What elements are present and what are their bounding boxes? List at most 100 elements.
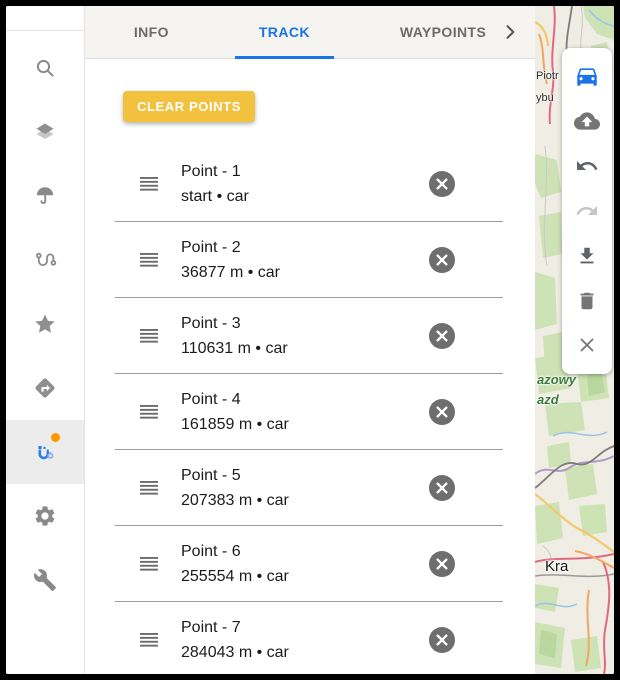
track-editor-icon <box>33 440 57 464</box>
point-text: Point - 4 161859 m • car <box>181 387 289 437</box>
track-tab-content: CLEAR POINTS Point - 1 start • car <box>85 59 535 674</box>
left-sidebar <box>6 6 85 674</box>
point-subtitle: start • car <box>181 184 249 209</box>
chevron-right-icon <box>500 22 520 42</box>
tab-track-label: TRACK <box>259 24 310 40</box>
map-park-label: azd <box>537 392 559 407</box>
drag-handle-icon[interactable] <box>140 329 158 343</box>
search-icon <box>33 56 57 80</box>
route-icon <box>33 248 57 272</box>
trash-icon <box>576 290 598 312</box>
close-icon <box>436 634 448 646</box>
close-icon <box>436 178 448 190</box>
track-point-row: Point - 6 255554 m • car <box>115 526 503 602</box>
tabs-overflow-button[interactable] <box>493 6 527 58</box>
drag-handle-icon[interactable] <box>140 253 158 267</box>
sidebar-item-track-editor[interactable] <box>6 420 84 484</box>
point-subtitle: 284043 m • car <box>181 640 289 665</box>
drag-handle-icon[interactable] <box>140 481 158 495</box>
undo-button[interactable] <box>567 147 607 185</box>
close-icon <box>436 558 448 570</box>
sidebar-item-layers[interactable] <box>6 100 84 164</box>
close-icon <box>436 330 448 342</box>
map-town-label: Piotr <box>536 70 559 82</box>
point-title: Point - 1 <box>181 159 249 184</box>
point-subtitle: 161859 m • car <box>181 412 289 437</box>
car-icon <box>574 63 600 89</box>
tab-track[interactable]: TRACK <box>235 6 334 58</box>
delete-point-button[interactable] <box>429 399 455 425</box>
delete-point-button[interactable] <box>429 323 455 349</box>
undo-icon <box>575 154 599 178</box>
point-text: Point - 1 start • car <box>181 159 249 209</box>
sidebar-item-weather[interactable] <box>6 164 84 228</box>
sidebar-item-settings[interactable] <box>6 484 84 548</box>
close-editor-button[interactable] <box>567 326 607 364</box>
point-title: Point - 2 <box>181 235 280 260</box>
point-subtitle: 255554 m • car <box>181 564 289 589</box>
drag-handle-icon[interactable] <box>140 557 158 571</box>
close-icon <box>436 406 448 418</box>
sidebar-items <box>6 31 84 612</box>
track-editor-toolbar <box>562 48 612 374</box>
point-subtitle: 207383 m • car <box>181 488 289 513</box>
layers-icon <box>33 120 57 144</box>
notification-badge <box>51 433 60 442</box>
tab-info-label: INFO <box>134 24 169 40</box>
track-point-row: Point - 7 284043 m • car <box>115 602 503 674</box>
redo-button[interactable] <box>567 192 607 230</box>
delete-point-button[interactable] <box>429 627 455 653</box>
redo-icon <box>575 199 599 223</box>
gear-icon <box>33 504 57 528</box>
tab-bar: INFO TRACK WAYPOINTS <box>85 6 535 59</box>
point-title: Point - 3 <box>181 311 288 336</box>
tab-info[interactable]: INFO <box>110 6 193 58</box>
close-icon <box>436 482 448 494</box>
track-point-row: Point - 1 start • car <box>115 146 503 222</box>
point-text: Point - 5 207383 m • car <box>181 463 289 513</box>
delete-track-button[interactable] <box>567 282 607 320</box>
point-text: Point - 3 110631 m • car <box>181 311 288 361</box>
track-point-row: Point - 5 207383 m • car <box>115 450 503 526</box>
download-button[interactable] <box>567 237 607 275</box>
map-view[interactable]: Piotr ybu azowy azd Kra <box>535 6 614 674</box>
point-text: Point - 6 255554 m • car <box>181 539 289 589</box>
point-subtitle: 36877 m • car <box>181 260 280 285</box>
drag-handle-icon[interactable] <box>140 177 158 191</box>
point-title: Point - 6 <box>181 539 289 564</box>
point-text: Point - 7 284043 m • car <box>181 615 289 665</box>
download-icon <box>576 245 598 267</box>
delete-point-button[interactable] <box>429 171 455 197</box>
app-window: INFO TRACK WAYPOINTS CLEAR POINTS <box>6 6 614 674</box>
wrench-icon <box>33 568 57 592</box>
close-icon <box>576 334 598 356</box>
map-park-label: azowy <box>537 372 576 387</box>
sidebar-item-favorites[interactable] <box>6 292 84 356</box>
route-profile-car-button[interactable] <box>567 57 607 95</box>
directions-icon <box>33 376 57 400</box>
sidebar-item-tracks[interactable] <box>6 228 84 292</box>
track-panel: INFO TRACK WAYPOINTS CLEAR POINTS <box>85 6 535 674</box>
sidebar-header <box>6 6 84 31</box>
star-icon <box>32 311 58 337</box>
umbrella-icon <box>33 184 57 208</box>
sidebar-item-search[interactable] <box>6 36 84 100</box>
drag-handle-icon[interactable] <box>140 405 158 419</box>
point-subtitle: 110631 m • car <box>181 336 288 361</box>
track-point-row: Point - 4 161859 m • car <box>115 374 503 450</box>
clear-points-button[interactable]: CLEAR POINTS <box>123 91 255 122</box>
map-town-label: ybu <box>536 92 554 104</box>
sidebar-item-directions[interactable] <box>6 356 84 420</box>
tab-waypoints-label: WAYPOINTS <box>400 24 486 40</box>
track-point-row: Point - 2 36877 m • car <box>115 222 503 298</box>
tab-waypoints[interactable]: WAYPOINTS <box>376 6 510 58</box>
track-point-row: Point - 3 110631 m • car <box>115 298 503 374</box>
drag-handle-icon[interactable] <box>140 633 158 647</box>
delete-point-button[interactable] <box>429 551 455 577</box>
sidebar-item-tools[interactable] <box>6 548 84 612</box>
delete-point-button[interactable] <box>429 475 455 501</box>
track-points-list: Point - 1 start • car <box>115 146 503 674</box>
point-text: Point - 2 36877 m • car <box>181 235 280 285</box>
delete-point-button[interactable] <box>429 247 455 273</box>
upload-button[interactable] <box>567 102 607 140</box>
